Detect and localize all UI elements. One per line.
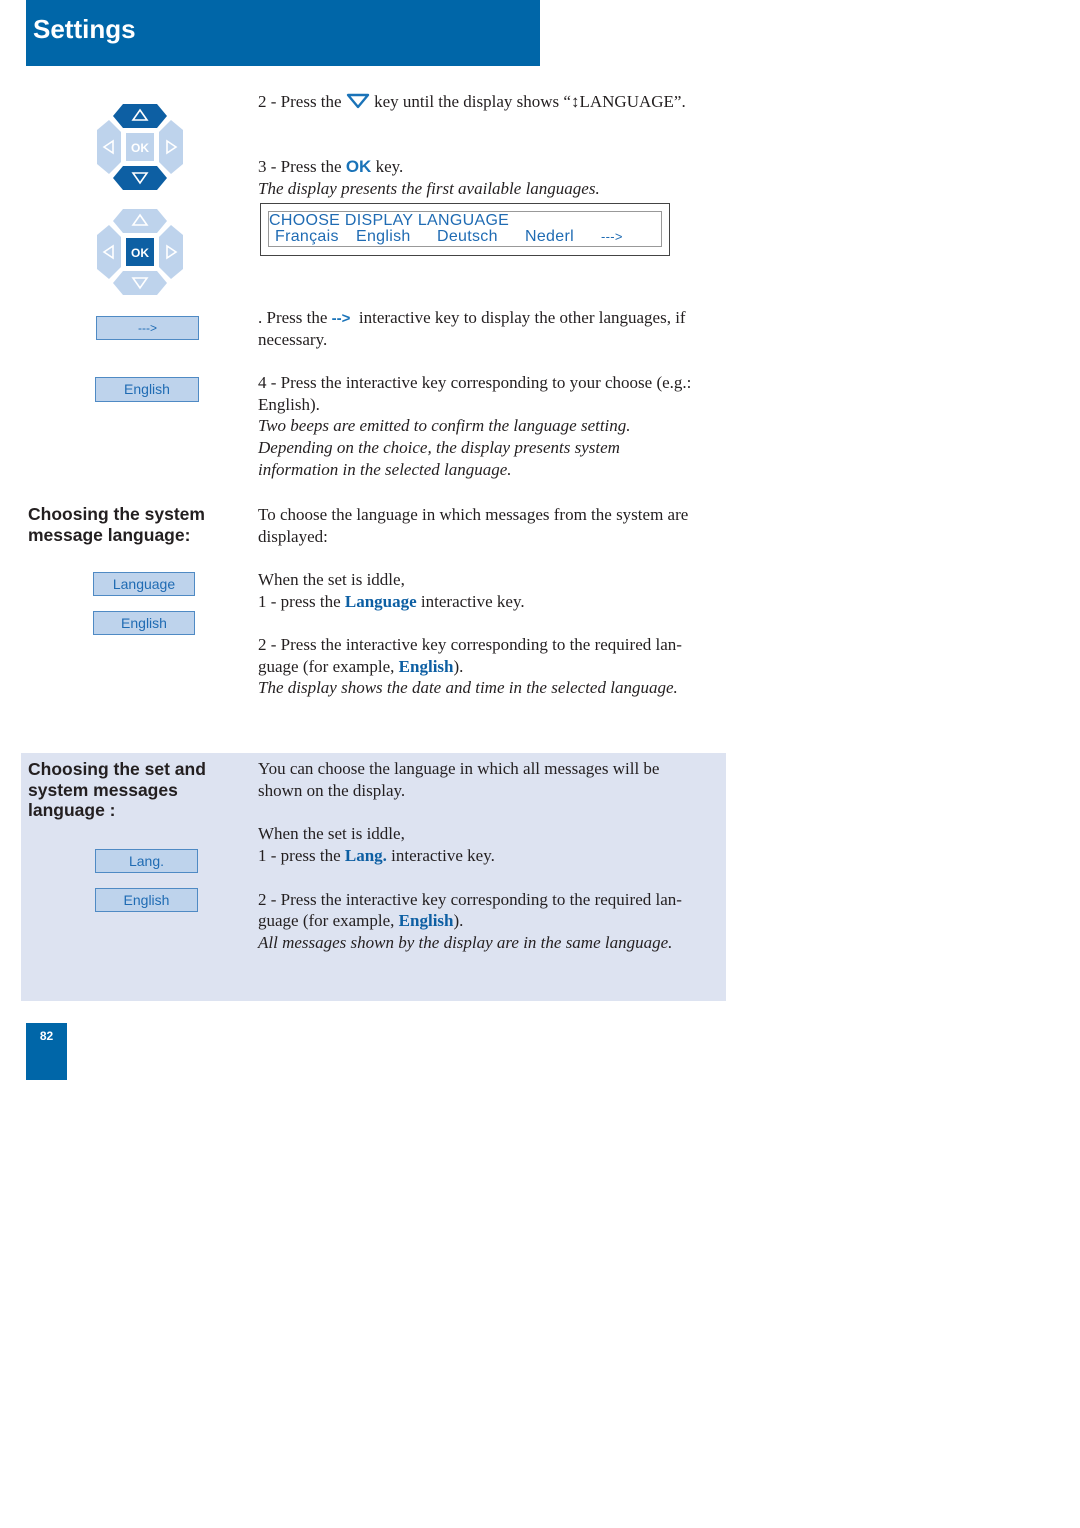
ok-key-label: OK <box>131 141 149 155</box>
system-step-2-line2: guage (for example, English). <box>258 657 464 676</box>
set-step-2-line2: guage (for example, English). <box>258 911 464 930</box>
up-key[interactable] <box>113 104 167 128</box>
next-key-glyph: --> <box>331 310 351 327</box>
english-key-reference: English <box>398 657 454 676</box>
right-key[interactable] <box>159 120 183 174</box>
system-step-2-line1: 2 - Press the interactive key correspond… <box>258 635 682 654</box>
section-heading-system-language: Choosing the system message language: <box>28 504 205 545</box>
step-4-line2: English). <box>258 395 320 414</box>
set-step-2-line1: 2 - Press the interactive key correspond… <box>258 890 682 909</box>
system-note: The display shows the date and time in t… <box>258 678 678 697</box>
system-intro-line1: To choose the language in which messages… <box>258 505 689 524</box>
step-3-note: The display presents the first available… <box>258 179 600 198</box>
lcd-option-francais: Français <box>275 228 339 245</box>
step-4-note-1: Two beeps are emitted to confirm the lan… <box>258 416 631 435</box>
lcd-option-nederl: Nederl <box>525 228 574 245</box>
lcd-option-next: ---> <box>601 229 623 244</box>
left-key[interactable] <box>97 120 121 174</box>
left-key[interactable] <box>97 225 121 279</box>
lcd-title: CHOOSE DISPLAY LANGUAGE <box>269 212 510 229</box>
next-softkey[interactable]: ---> <box>96 316 199 340</box>
system-intro-line2: displayed: <box>258 527 328 546</box>
set-idle-text: When the set is iddle, <box>258 824 405 843</box>
down-key[interactable] <box>113 271 167 295</box>
page-number: 82 <box>39 1029 54 1043</box>
system-step-1: 1 - press the Language interactive key. <box>258 592 525 611</box>
language-key-reference: Language <box>344 592 417 611</box>
navigation-keypad-ok: OK <box>97 209 183 295</box>
ok-key-icon: OK <box>345 157 372 176</box>
set-intro-line1: You can choose the language in which all… <box>258 759 660 778</box>
down-key[interactable] <box>113 166 167 190</box>
right-key[interactable] <box>159 225 183 279</box>
navigation-keypad-up-down: OK <box>97 104 183 190</box>
step-4-line1: 4 - Press the interactive key correspond… <box>258 373 692 392</box>
down-key-icon <box>346 93 370 109</box>
step-4-note-3: information in the selected language. <box>258 460 512 479</box>
english-softkey[interactable]: English <box>93 611 195 635</box>
lang-key-reference: Lang. <box>344 846 387 865</box>
section-heading-set-language: Choosing the set and system messages lan… <box>28 759 206 820</box>
set-note: All messages shown by the display are in… <box>258 933 673 952</box>
ok-key-label: OK <box>131 246 149 260</box>
page-title: Settings <box>33 14 136 44</box>
up-key[interactable] <box>113 209 167 233</box>
set-intro-line2: shown on the display. <box>258 781 406 800</box>
english-key-reference: English <box>398 911 454 930</box>
system-idle-text: When the set is iddle, <box>258 570 405 589</box>
next-key-instruction-line2: necessary. <box>258 330 328 349</box>
next-key-instruction: . Press the --> interactive key to displ… <box>258 308 686 327</box>
step-3-text: 3 - Press the OK key. <box>258 157 404 176</box>
language-softkey[interactable]: Language <box>93 572 195 596</box>
lang-softkey[interactable]: Lang. <box>95 849 198 873</box>
english-softkey[interactable]: English <box>95 377 199 402</box>
step-4-note-2: Depending on the choice, the display pre… <box>258 438 620 457</box>
english-softkey[interactable]: English <box>95 888 198 912</box>
step-2-text: 2 - Press the key until the display show… <box>258 92 686 111</box>
set-step-1: 1 - press the Lang. interactive key. <box>258 846 495 865</box>
lcd-option-english: English <box>356 228 411 245</box>
lcd-option-deutsch: Deutsch <box>437 228 498 245</box>
